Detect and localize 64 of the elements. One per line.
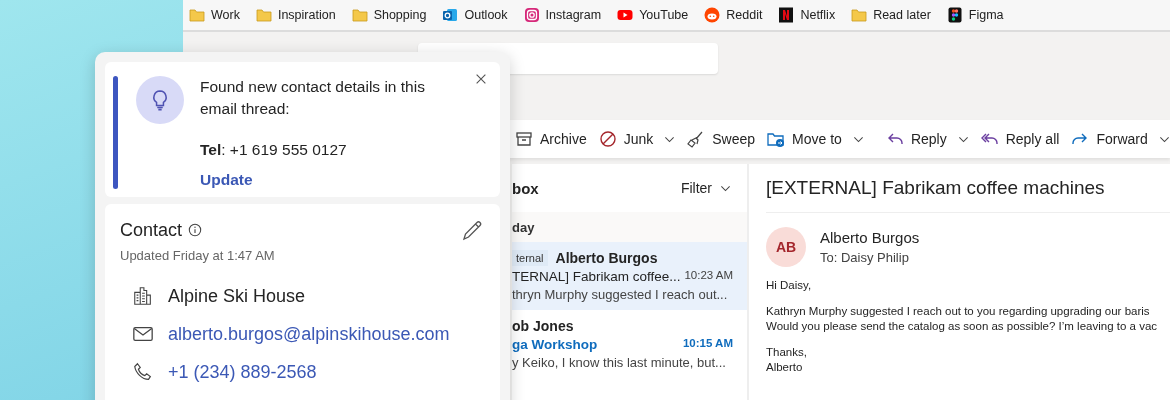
bookmark[interactable]: Instagram bbox=[523, 7, 602, 23]
archive-icon bbox=[515, 130, 533, 148]
toolbar-button[interactable]: Reply bbox=[885, 130, 969, 148]
message-time: 10:23 AM bbox=[684, 269, 733, 283]
close-icon bbox=[474, 72, 488, 86]
figma-logo-icon bbox=[946, 7, 963, 23]
message-subject: ga Workshop bbox=[512, 337, 598, 352]
bookmark[interactable]: Figma bbox=[946, 7, 1004, 23]
folder-icon bbox=[351, 7, 368, 23]
bookmark[interactable]: Read later bbox=[851, 7, 931, 23]
bookmark[interactable]: Outlook bbox=[442, 7, 508, 23]
filter-button[interactable]: Filter bbox=[680, 180, 731, 196]
bookmark[interactable]: Reddit bbox=[704, 7, 763, 23]
avatar-initials: AB bbox=[766, 227, 806, 267]
folder-icon bbox=[255, 7, 272, 23]
toolbar-button[interactable]: Reply all bbox=[980, 130, 1060, 148]
card-title: Contact bbox=[120, 219, 183, 241]
bookmark[interactable]: YouTube bbox=[617, 7, 689, 23]
folder-title: box bbox=[512, 179, 539, 197]
bookmark[interactable]: Shopping bbox=[351, 7, 427, 23]
phone-link[interactable]: +1 (234) 889-2568 bbox=[168, 361, 317, 383]
toolbar-button[interactable]: Archive bbox=[515, 130, 587, 148]
suggestion-message: Found new contact details in this email thread: bbox=[200, 77, 426, 119]
mail-app-icon bbox=[442, 7, 459, 23]
phone-icon bbox=[132, 361, 154, 383]
email-text: Thanks, bbox=[766, 346, 808, 358]
toolbar-button[interactable]: Junk bbox=[598, 130, 676, 148]
message-time: 10:15 AM bbox=[682, 337, 733, 351]
bookmark[interactable]: Work bbox=[189, 7, 240, 23]
bookmark[interactable]: Inspiration bbox=[255, 7, 336, 23]
tag-label: ternal bbox=[512, 250, 548, 266]
folder-icon bbox=[189, 7, 205, 23]
toolbar-button[interactable]: Forward bbox=[1071, 130, 1170, 148]
message-preview: thryn Murphy suggested I reach out... bbox=[512, 287, 729, 302]
folder-icon bbox=[851, 7, 868, 23]
toolbar-button[interactable]: Move to bbox=[767, 130, 864, 148]
update-button[interactable]: Update bbox=[200, 171, 253, 189]
toolbar-button[interactable]: Sweep bbox=[687, 130, 756, 148]
email-subject: [EXTERNAL] Fabrikam coffee machines bbox=[766, 164, 1170, 213]
email-text: Would you please send the catalog as soon as possible? I’m leaving to a vac bbox=[766, 320, 1159, 332]
group-header: day bbox=[512, 212, 747, 242]
bookmark[interactable]: Netflix bbox=[778, 7, 836, 23]
play-icon bbox=[617, 7, 634, 23]
sender-name: Alberto Burgos bbox=[555, 250, 658, 266]
updated-time: Updated Friday at 1:47 AM bbox=[120, 248, 276, 263]
message-subject: TERNAL] Fabrikam coffee... bbox=[512, 269, 681, 284]
sender-name: ob Jones bbox=[512, 318, 574, 334]
phone-detail: Tel: +1 619 555 0127 bbox=[200, 141, 348, 159]
building-icon bbox=[132, 285, 154, 307]
email-text: Kathryn Murphy suggested I reach out to you regarding upgrading our baris bbox=[766, 305, 1151, 317]
message-preview: y Keiko, I know this last minute, but... bbox=[512, 355, 727, 370]
company-name: Alpine Ski House bbox=[168, 285, 306, 307]
message-item[interactable]: ternal Alberto Burgos TERNAL] Fabrikam coffee... 10:23 AM thryn Murphy suggested I reach out... bbox=[512, 242, 747, 310]
folder-arrow-icon bbox=[767, 130, 786, 148]
info-icon bbox=[188, 223, 203, 237]
camera-app-icon bbox=[523, 7, 540, 23]
prohibited-icon bbox=[598, 130, 617, 148]
alien-face-icon bbox=[704, 7, 721, 23]
sender-name: Alberto Burgos bbox=[820, 229, 920, 246]
n-logo-icon bbox=[778, 7, 795, 23]
email-text: Alberto bbox=[766, 361, 804, 373]
email-link[interactable]: alberto.burgos@alpinskihouse.com bbox=[168, 323, 450, 345]
email-text: Hi Daisy, bbox=[766, 279, 813, 291]
recipient-line: To: Daisy Philip bbox=[820, 250, 910, 265]
